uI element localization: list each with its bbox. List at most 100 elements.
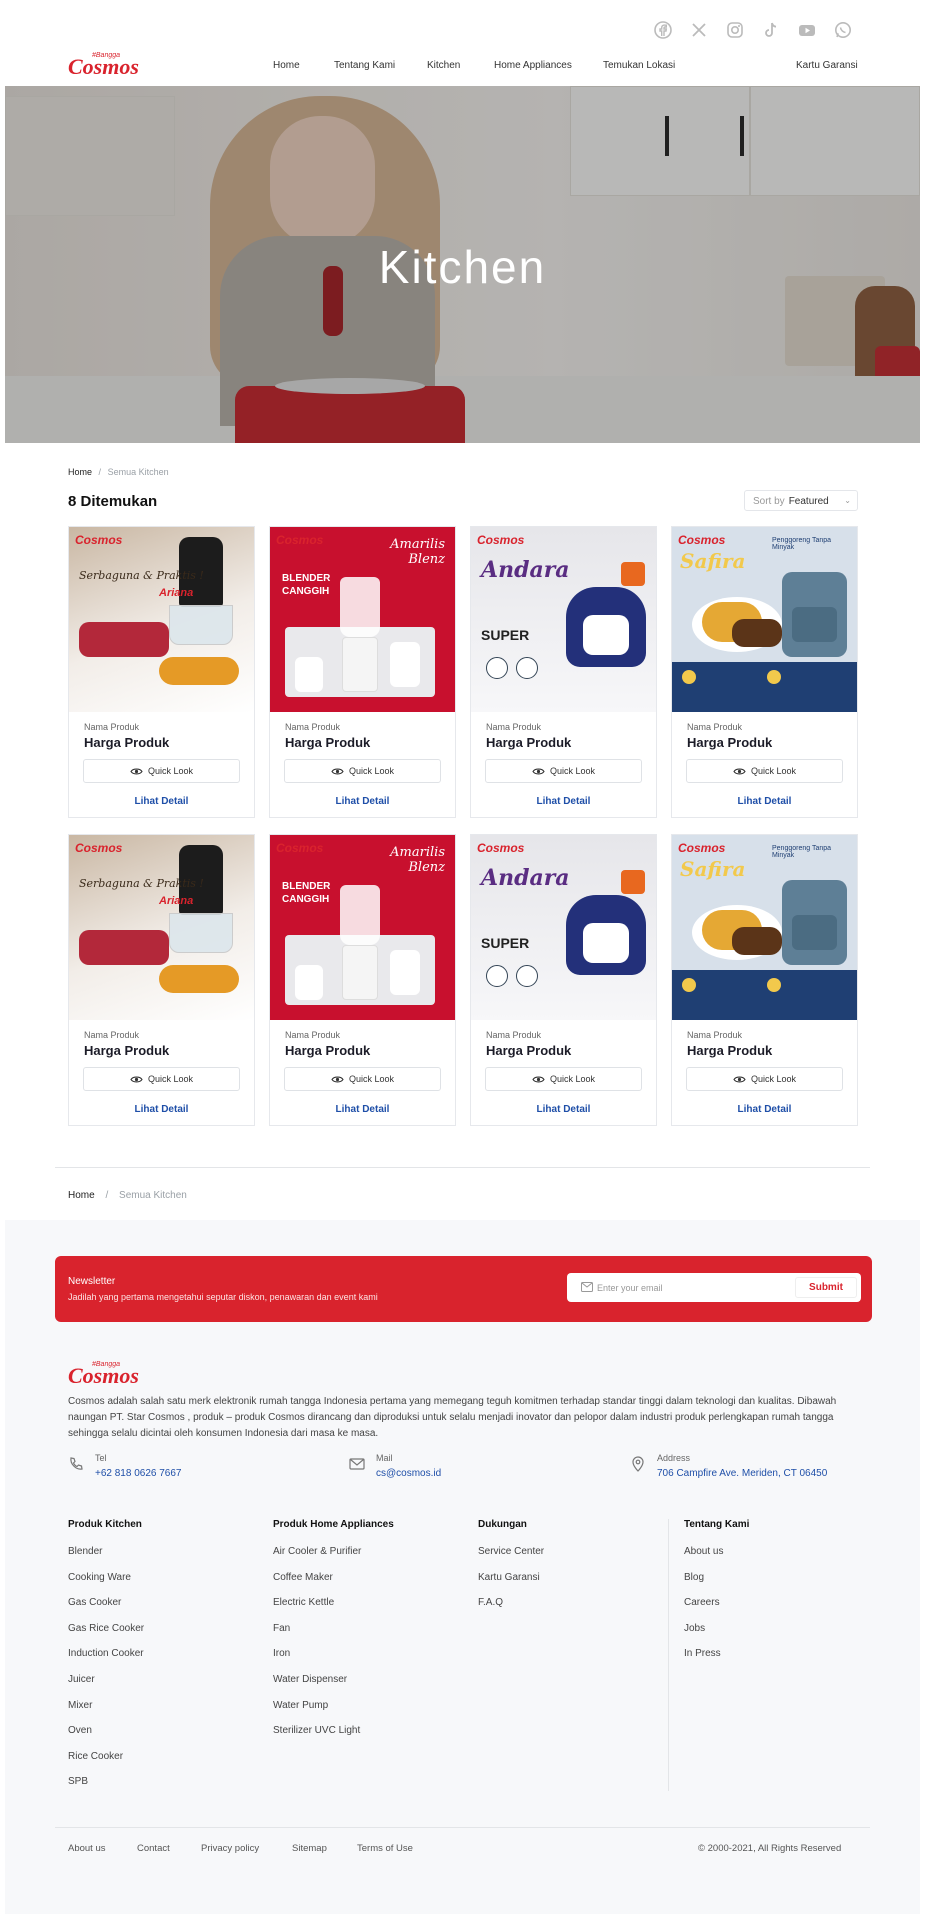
footer-link[interactable]: Cooking Ware (68, 1572, 144, 1598)
footer-bottom-link[interactable]: Privacy policy (201, 1843, 259, 1854)
product-image[interactable]: Serbaguna & Praktis ! Ariana Cosmos (69, 835, 254, 1020)
footer-bottom-link[interactable]: Terms of Use (357, 1843, 413, 1854)
footer-logo[interactable]: #Bangga Cosmos (68, 1358, 156, 1388)
footer-link[interactable]: Fan (273, 1623, 394, 1649)
footer-link[interactable]: Blog (684, 1572, 749, 1598)
product-price: Harga Produk (687, 735, 773, 750)
email-field[interactable] (597, 1280, 777, 1295)
newsletter-title: Newsletter (68, 1276, 116, 1287)
nav-home-appliances[interactable]: Home Appliances (494, 60, 572, 71)
footer-column-title: Dukungan (478, 1519, 527, 1530)
quick-look-button[interactable]: Quick Look (485, 759, 642, 783)
product-image[interactable]: Safira Penggoreng Tanpa Minyak Cosmos (672, 835, 857, 1020)
product-name: Nama Produk (486, 1030, 542, 1040)
results-count: 8 Ditemukan (68, 493, 158, 510)
footer-link[interactable]: Jobs (684, 1623, 749, 1649)
footer-link[interactable]: About us (684, 1546, 749, 1572)
contact-value[interactable]: cs@cosmos.id (376, 1468, 441, 1479)
footer-link[interactable]: Iron (273, 1648, 394, 1674)
product-image[interactable]: BLENDER CANGGIH Amarilis Blenz Cosmos (270, 835, 455, 1020)
product-card[interactable]: Safira Penggoreng Tanpa Minyak Cosmos Nama … (671, 834, 858, 1126)
footer-link[interactable]: Service Center (478, 1546, 544, 1572)
breadcrumb-separator: / (105, 1190, 109, 1201)
whatsapp-icon[interactable] (833, 20, 853, 40)
quick-look-button[interactable]: Quick Look (485, 1067, 642, 1091)
footer-link[interactable]: Blender (68, 1546, 144, 1572)
footer-bottom-link[interactable]: About us (68, 1843, 106, 1854)
footer-bottom-link[interactable]: Sitemap (292, 1843, 327, 1854)
x-icon[interactable] (689, 20, 709, 40)
product-image[interactable]: BLENDER CANGGIH Amarilis Blenz Cosmos (270, 527, 455, 712)
contact-value[interactable]: 706 Campfire Ave. Meriden, CT 06450 (657, 1468, 827, 1479)
view-detail-link[interactable]: Lihat Detail (471, 1104, 656, 1115)
footer-link[interactable]: Water Pump (273, 1700, 394, 1726)
footer-link[interactable]: Gas Rice Cooker (68, 1623, 144, 1649)
nav-temukan-lokasi[interactable]: Temukan Lokasi (603, 60, 675, 71)
product-card[interactable]: Serbaguna & Praktis ! Ariana Cosmos Nama Pr… (68, 526, 255, 818)
quick-look-button[interactable]: Quick Look (284, 759, 441, 783)
footer-link[interactable]: Sterilizer UVC Light (273, 1725, 394, 1751)
quick-look-button[interactable]: Quick Look (686, 1067, 843, 1091)
contact-value[interactable]: +62 818 0626 7667 (95, 1468, 181, 1479)
view-detail-link[interactable]: Lihat Detail (69, 796, 254, 807)
footer-link[interactable]: In Press (684, 1648, 749, 1674)
eye-icon (733, 768, 746, 774)
hero-title: Kitchen (378, 241, 547, 293)
cosmos-logo[interactable]: #Bangga Cosmos (68, 49, 156, 79)
footer-link[interactable]: Gas Cooker (68, 1597, 144, 1623)
quick-look-button[interactable]: Quick Look (284, 1067, 441, 1091)
breadcrumb-home[interactable]: Home (68, 1190, 95, 1201)
nav-home[interactable]: Home (273, 60, 300, 71)
product-price: Harga Produk (687, 1043, 773, 1058)
quick-look-label: Quick Look (348, 1074, 395, 1084)
view-detail-link[interactable]: Lihat Detail (672, 796, 857, 807)
nav-kartu-garansi[interactable]: Kartu Garansi (796, 60, 858, 71)
footer-link[interactable]: Electric Kettle (273, 1597, 394, 1623)
footer-bottom-link[interactable]: Contact (137, 1843, 170, 1854)
product-image[interactable]: Serbaguna & Praktis ! Ariana Cosmos (69, 527, 254, 712)
footer-link[interactable]: Mixer (68, 1700, 144, 1726)
footer-column: Produk Kitchen Blender Cooking Ware Gas Coo… (68, 1519, 144, 1802)
product-image[interactable]: Andara SUPER Cosmos (471, 835, 656, 1020)
product-card[interactable]: Andara SUPER Cosmos Nama Produk Harga Produk… (470, 526, 657, 818)
quick-look-button[interactable]: Quick Look (83, 1067, 240, 1091)
footer-link[interactable]: Coffee Maker (273, 1572, 394, 1598)
eye-icon (532, 768, 545, 774)
quick-look-button[interactable]: Quick Look (83, 759, 240, 783)
submit-button[interactable]: Submit (795, 1277, 857, 1298)
product-card[interactable]: Safira Penggoreng Tanpa Minyak Cosmos Nama … (671, 526, 858, 818)
footer-link[interactable]: Oven (68, 1725, 144, 1751)
footer-link[interactable]: SPB (68, 1776, 144, 1802)
nav-tentang-kami[interactable]: Tentang Kami (334, 60, 395, 71)
product-card[interactable]: BLENDER CANGGIH Amarilis Blenz Cosmos Nama … (269, 526, 456, 818)
product-card[interactable]: BLENDER CANGGIH Amarilis Blenz Cosmos Nama … (269, 834, 456, 1126)
view-detail-link[interactable]: Lihat Detail (471, 796, 656, 807)
sort-select[interactable]: Sort by Featured ⌄ (744, 490, 858, 511)
view-detail-link[interactable]: Lihat Detail (270, 1104, 455, 1115)
product-name: Nama Produk (486, 722, 542, 732)
product-image[interactable]: Andara SUPER Cosmos (471, 527, 656, 712)
product-card[interactable]: Andara SUPER Cosmos Nama Produk Harga Produk… (470, 834, 657, 1126)
product-name: Nama Produk (285, 1030, 341, 1040)
nav-kitchen[interactable]: Kitchen (427, 60, 460, 71)
view-detail-link[interactable]: Lihat Detail (672, 1104, 857, 1115)
view-detail-link[interactable]: Lihat Detail (69, 1104, 254, 1115)
footer-link[interactable]: Air Cooler & Purifier (273, 1546, 394, 1572)
youtube-icon[interactable] (797, 20, 817, 40)
footer-link[interactable]: F.A.Q (478, 1597, 544, 1623)
quick-look-button[interactable]: Quick Look (686, 759, 843, 783)
tiktok-icon[interactable] (761, 20, 781, 40)
footer-link[interactable]: Careers (684, 1597, 749, 1623)
footer-link[interactable]: Induction Cooker (68, 1648, 144, 1674)
product-card[interactable]: Serbaguna & Praktis ! Ariana Cosmos Nama Pr… (68, 834, 255, 1126)
facebook-icon[interactable] (653, 20, 673, 40)
product-image[interactable]: Safira Penggoreng Tanpa Minyak Cosmos (672, 527, 857, 712)
view-detail-link[interactable]: Lihat Detail (270, 796, 455, 807)
footer-link[interactable]: Juicer (68, 1674, 144, 1700)
breadcrumb-home[interactable]: Home (68, 467, 92, 477)
footer-link[interactable]: Water Dispenser (273, 1674, 394, 1700)
footer-link[interactable]: Kartu Garansi (478, 1572, 544, 1598)
instagram-icon[interactable] (725, 20, 745, 40)
footer-link[interactable]: Rice Cooker (68, 1751, 144, 1777)
eye-icon (331, 768, 344, 774)
